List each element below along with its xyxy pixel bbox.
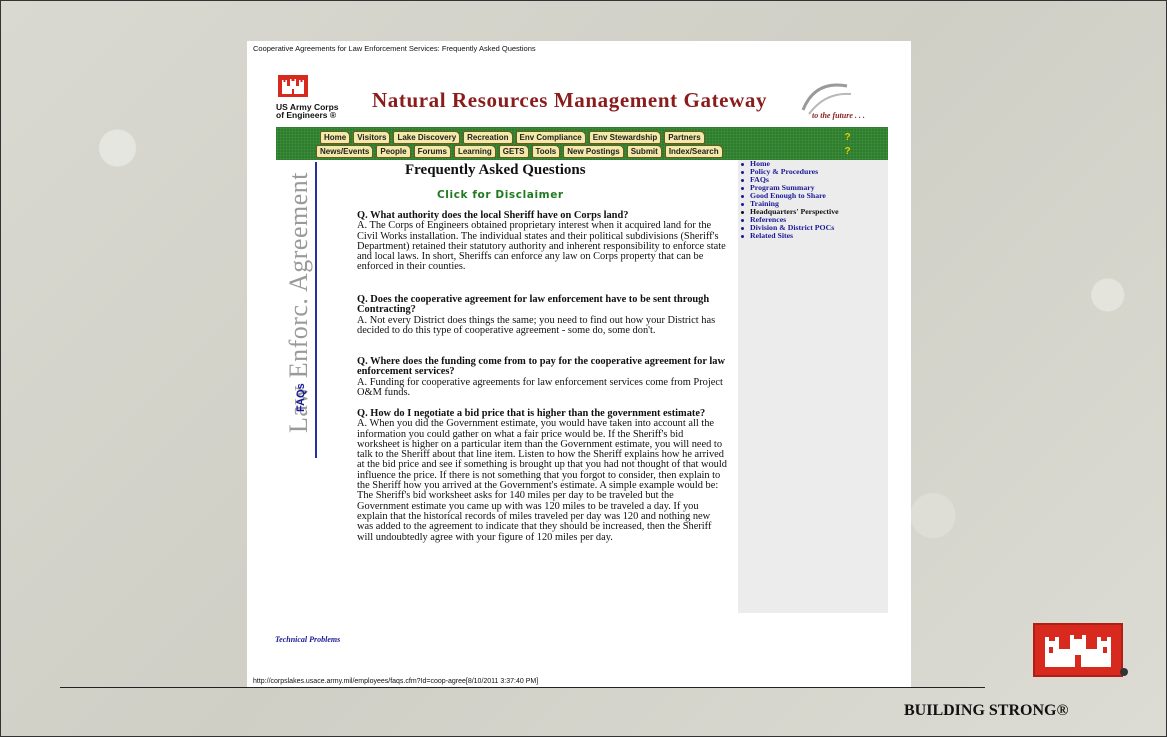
nav-row-primary: Home Visitors Lake Discovery Recreation … — [320, 131, 705, 144]
nav-news-events[interactable]: News/Events — [316, 145, 374, 158]
nav-partners[interactable]: Partners — [664, 131, 705, 144]
faq-item: Q. Does the cooperative agreement for la… — [357, 294, 727, 336]
faq-answer: A. Not every District does things the sa… — [357, 314, 716, 336]
disclaimer-link[interactable]: Click for Disclaimer — [437, 189, 564, 201]
nav-tools[interactable]: Tools — [531, 145, 561, 158]
help-icon[interactable]: ? — [843, 146, 852, 157]
nav-visitors[interactable]: Visitors — [353, 131, 391, 144]
slide-usace-logo — [1033, 623, 1123, 677]
castle-icon — [282, 79, 304, 94]
nav-people[interactable]: People — [376, 145, 411, 158]
nav-row-secondary: News/Events People Forums Learning GETS … — [316, 145, 723, 158]
nav-index-search[interactable]: Index/Search — [664, 145, 723, 158]
org-name: US Army Corps of Engineers ® — [276, 102, 339, 120]
castle-icon — [1045, 635, 1111, 667]
site-title[interactable]: Natural Resources Management Gateway — [372, 88, 767, 113]
faq-answer: A. Funding for cooperative agreements fo… — [357, 376, 723, 398]
nav-env-stewardship[interactable]: Env Stewardship — [588, 131, 662, 144]
usace-castle-logo[interactable] — [278, 75, 308, 97]
nav-recreation[interactable]: Recreation — [463, 131, 513, 144]
faq-item: Q. Where does the funding come from to p… — [357, 356, 727, 398]
faq-item: Q. How do I negotiate a bid price that i… — [357, 408, 727, 543]
site-tagline: to the future . . . — [812, 111, 865, 120]
nav-env-compliance[interactable]: Env Compliance — [515, 131, 586, 144]
banner-divider — [315, 162, 317, 458]
faq-question: Q. Where does the funding come from to p… — [357, 356, 725, 378]
nav-lake-discovery[interactable]: Lake Discovery — [393, 131, 461, 144]
page-heading: Frequently Asked Questions — [405, 162, 586, 178]
nav-gets[interactable]: GETS — [498, 145, 529, 158]
technical-problems-link[interactable]: Technical Problems — [275, 635, 340, 644]
main-nav-bar: Home Visitors Lake Discovery Recreation … — [276, 127, 888, 160]
section-banner-subtitle: FAQs — [295, 383, 307, 412]
nav-new-postings[interactable]: New Postings — [563, 145, 624, 158]
faq-answer: A. The Corps of Engineers obtained propr… — [357, 220, 726, 273]
nav-forums[interactable]: Forums — [413, 145, 451, 158]
registered-mark-icon — [1120, 668, 1128, 676]
page-caption: Cooperative Agreements for Law Enforceme… — [253, 44, 536, 53]
faq-answer: A. When you did the Government estimate,… — [357, 418, 727, 543]
help-icon[interactable]: ? — [843, 132, 852, 143]
slide-footer-tagline: BUILDING STRONG® — [904, 702, 1069, 719]
page-url-footer: http://corpslakes.usace.army.mil/employe… — [253, 678, 539, 685]
slide-footer-rule — [60, 687, 985, 688]
faq-item: Q. What authority does the local Sheriff… — [357, 210, 727, 273]
sidebar-item-related-sites[interactable]: Related Sites — [738, 232, 839, 240]
nav-submit[interactable]: Submit — [626, 145, 662, 158]
nav-learning[interactable]: Learning — [453, 145, 496, 158]
faq-question: Q. Does the cooperative agreement for la… — [357, 294, 710, 316]
sidebar-nav: Home Policy & Procedures FAQs Program Su… — [738, 160, 839, 240]
nav-home[interactable]: Home — [320, 131, 351, 144]
